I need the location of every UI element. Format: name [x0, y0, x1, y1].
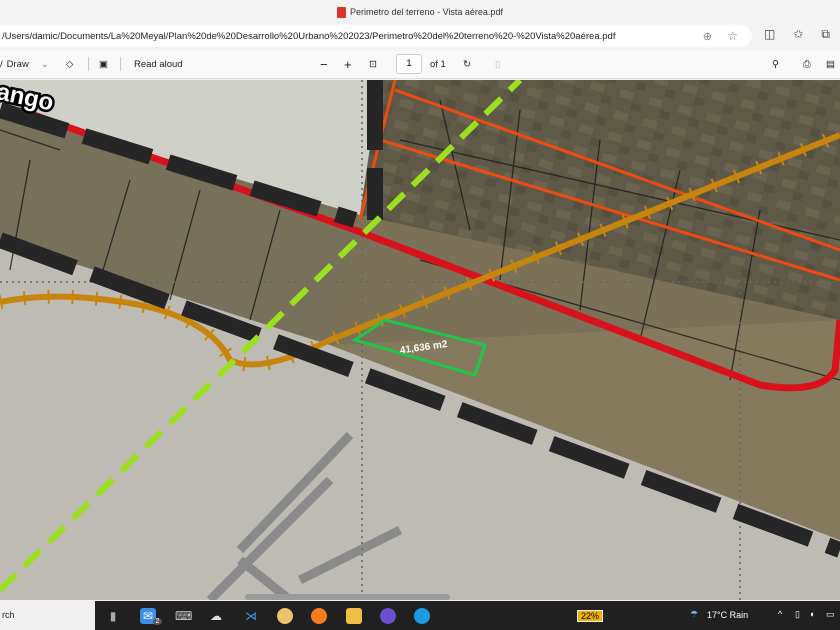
- favorites-icon[interactable]: ✩: [793, 27, 803, 42]
- chevron-up-icon[interactable]: ^: [778, 609, 782, 619]
- split-screen-icon[interactable]: ◫: [764, 27, 775, 42]
- text-icon[interactable]: ▣: [99, 59, 108, 70]
- page-view-icon[interactable]: ▯: [495, 59, 500, 70]
- weather-text[interactable]: 17°C Rain: [707, 610, 748, 620]
- save-icon[interactable]: ▤: [826, 59, 835, 70]
- network-icon[interactable]: ▯: [795, 609, 800, 620]
- horizontal-scrollbar[interactable]: [245, 594, 450, 600]
- zoom-icon[interactable]: ⊕: [703, 30, 712, 43]
- mail-badge: 2: [153, 618, 162, 625]
- volume-icon[interactable]: ◐: [810, 609, 815, 619]
- fit-page-icon[interactable]: ⊡: [369, 59, 377, 70]
- collections-icon[interactable]: ⧉: [821, 27, 830, 42]
- firefox-icon[interactable]: [311, 608, 327, 624]
- page-number-input[interactable]: 1: [396, 54, 422, 74]
- notification-icon[interactable]: ▭: [826, 609, 835, 620]
- task-view-icon[interactable]: ▮: [105, 608, 121, 624]
- url-text[interactable]: /Users/damic/Documents/La%20Meyal/Plan%2…: [2, 31, 615, 42]
- browser-icon[interactable]: [380, 608, 396, 624]
- cloud-icon[interactable]: ☁: [208, 608, 224, 624]
- weather-icon: ☂: [690, 609, 699, 619]
- rotate-icon[interactable]: ↻: [463, 59, 471, 70]
- pdf-file-icon: [337, 6, 347, 18]
- zoom-in-button[interactable]: +: [344, 57, 352, 72]
- edge-icon[interactable]: [414, 608, 430, 624]
- zoom-out-button[interactable]: −: [320, 57, 328, 72]
- aerial-map: 41,636 m2 ango: [0, 80, 840, 600]
- draw-label: Draw: [6, 58, 29, 70]
- search-icon[interactable]: ⚲: [772, 59, 779, 70]
- terminal-icon[interactable]: ⌨: [175, 608, 192, 624]
- search-label: rch: [2, 610, 15, 620]
- favorite-star-icon[interactable]: ☆: [727, 29, 738, 43]
- title-bar: Perimetro del terreno - Vista aérea.pdf: [0, 0, 840, 24]
- pen-icon: /: [0, 58, 3, 70]
- file-explorer-icon[interactable]: [346, 608, 362, 624]
- eraser-icon[interactable]: ◇: [66, 59, 73, 70]
- read-aloud-button[interactable]: Read aloud: [134, 59, 183, 70]
- battery-indicator[interactable]: 22%: [577, 610, 604, 622]
- app-icon[interactable]: [277, 608, 293, 624]
- window-title: Perimetro del terreno - Vista aérea.pdf: [350, 7, 503, 17]
- draw-button[interactable]: / Draw ⌄: [0, 59, 49, 70]
- vscode-icon[interactable]: ⋊: [243, 608, 259, 624]
- taskbar-search[interactable]: rch: [0, 601, 95, 630]
- page-total: of 1: [430, 58, 446, 70]
- address-bar[interactable]: /Users/damic/Documents/La%20Meyal/Plan%2…: [0, 25, 752, 47]
- taskbar: rch ▮ ✉ 2 ⌨ ☁ ⋊ 22% ☂ 17°C Rain ^ ▯ ◐ ▭: [0, 601, 840, 630]
- print-icon[interactable]: ⎙: [803, 59, 811, 70]
- chevron-down-icon[interactable]: ⌄: [41, 59, 49, 70]
